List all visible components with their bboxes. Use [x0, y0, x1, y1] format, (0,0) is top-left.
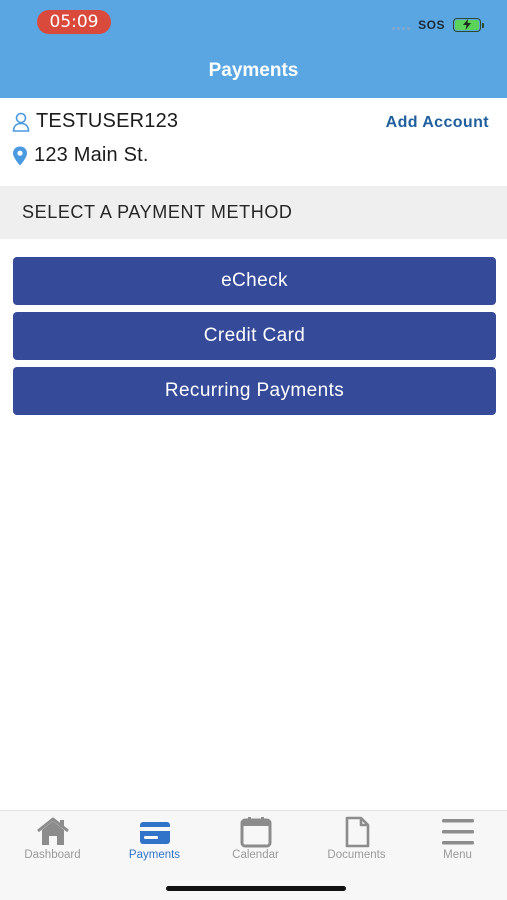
status-time: 05:09	[37, 10, 111, 34]
tab-label: Documents	[327, 849, 386, 861]
tab-label: Payments	[128, 849, 181, 861]
recurring-payments-button[interactable]: Recurring Payments	[13, 367, 496, 415]
sos-indicator: SOS	[418, 18, 445, 32]
section-heading: SELECT A PAYMENT METHOD	[0, 186, 507, 239]
home-indicator[interactable]	[166, 886, 346, 891]
tab-dashboard[interactable]: Dashboard	[2, 811, 103, 873]
menu-icon	[441, 819, 474, 845]
signal-icon	[392, 20, 411, 30]
account-address: 123 Main St.	[34, 144, 149, 166]
tab-menu[interactable]: Menu	[407, 811, 507, 873]
user-icon	[12, 112, 30, 132]
tab-label: Calendar	[232, 849, 279, 861]
calendar-icon	[240, 817, 271, 848]
document-icon	[345, 816, 369, 848]
tab-documents[interactable]: Documents	[306, 811, 407, 873]
battery-icon	[453, 18, 484, 32]
location-pin-icon	[13, 146, 27, 165]
tab-label: Menu	[443, 849, 472, 861]
credit-card-button[interactable]: Credit Card	[13, 312, 496, 360]
status-icons: SOS	[392, 16, 484, 34]
tab-payments[interactable]: Payments	[104, 811, 205, 873]
page-title: Payments	[208, 60, 299, 81]
account-info: TESTUSER123 123 Main St. Add Account	[0, 98, 507, 186]
account-username: TESTUSER123	[36, 110, 179, 132]
echeck-button[interactable]: eCheck	[13, 257, 496, 305]
tab-label: Dashboard	[24, 849, 81, 861]
tab-calendar[interactable]: Calendar	[205, 811, 306, 873]
header-bar: 05:09 SOS Payments	[0, 0, 507, 98]
home-icon	[36, 817, 69, 845]
credit-card-icon	[139, 822, 170, 844]
payments-screen: 05:09 SOS Payments TESTUSER123 123 Main …	[0, 0, 507, 900]
account-user-row: TESTUSER123	[12, 110, 178, 133]
account-address-row: 123 Main St.	[12, 144, 149, 167]
add-account-link[interactable]: Add Account	[386, 114, 489, 132]
